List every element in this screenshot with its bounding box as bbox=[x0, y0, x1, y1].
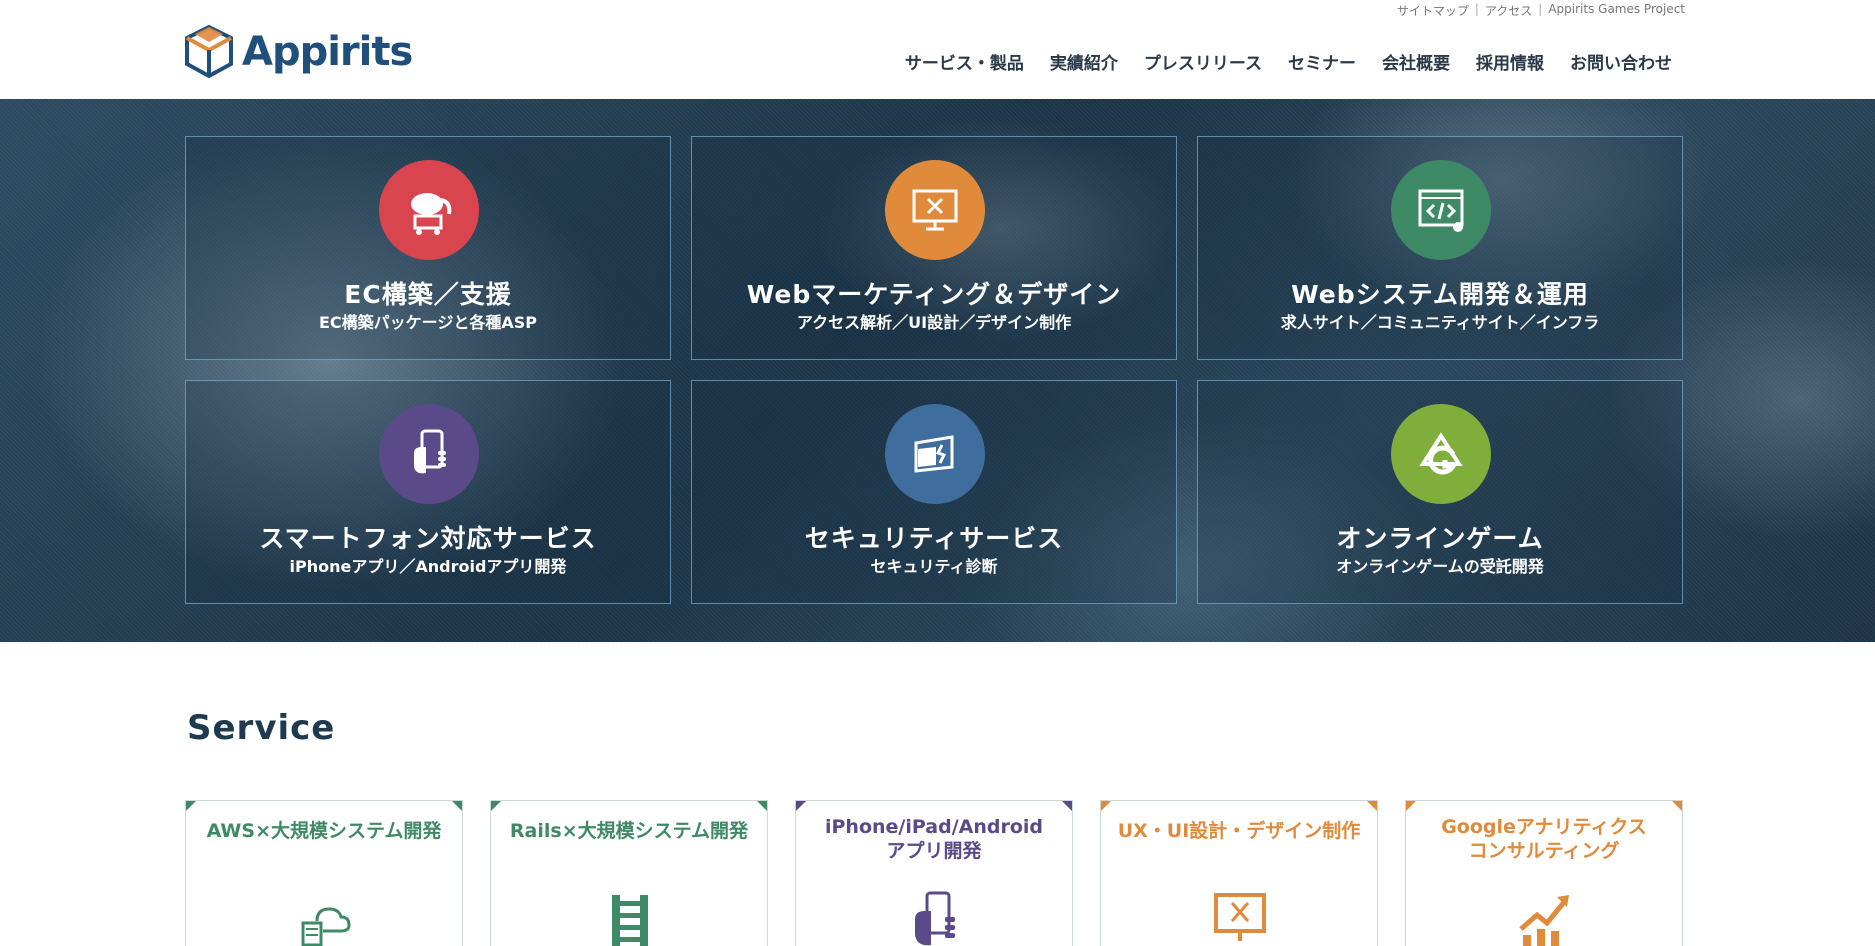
tile-ec[interactable]: EC構築／支援 EC構築パッケージと各種ASP bbox=[185, 136, 671, 360]
service-card-rails[interactable]: Rails×大規模システム開発 bbox=[490, 800, 768, 946]
util-link-games-project[interactable]: Appirits Games Project bbox=[1548, 2, 1685, 19]
tile-web-system[interactable]: Webシステム開発＆運用 求人サイト／コミュニティサイト／インフラ bbox=[1197, 136, 1683, 360]
game-logo-icon bbox=[1391, 404, 1491, 504]
nav-works[interactable]: 実績紹介 bbox=[1050, 49, 1118, 74]
tile-smartphone[interactable]: スマートフォン対応サービス iPhoneアプリ／Androidアプリ開発 bbox=[185, 380, 671, 604]
card-corner bbox=[756, 801, 767, 812]
card-corner bbox=[1366, 801, 1377, 812]
util-link-access[interactable]: アクセス bbox=[1485, 2, 1532, 19]
security-wall-icon bbox=[885, 404, 985, 504]
service-card-aws[interactable]: AWS×大規模システム開発 bbox=[185, 800, 463, 946]
card-corner bbox=[491, 801, 502, 812]
global-nav: サービス・製品 実績紹介 プレスリリース セミナー 会社概要 採用情報 お問い合… bbox=[905, 49, 1672, 74]
tile-subtitle: iPhoneアプリ／Androidアプリ開発 bbox=[289, 557, 567, 576]
tile-online-game[interactable]: オンラインゲーム オンラインゲームの受託開発 bbox=[1197, 380, 1683, 604]
tile-web-marketing[interactable]: Webマーケティング＆デザイン アクセス解析／UI設計／デザイン制作 bbox=[691, 136, 1177, 360]
card-title-line: iPhone/iPad/Android bbox=[824, 816, 1044, 838]
rails-icon bbox=[612, 895, 648, 946]
utility-links: サイトマップ | アクセス | Appirits Games Project bbox=[1397, 2, 1685, 19]
card-corner bbox=[1406, 801, 1417, 812]
card-title: iPhone/iPad/Android アプリ開発 bbox=[802, 815, 1066, 863]
separator: | bbox=[1538, 2, 1543, 16]
nav-seminar[interactable]: セミナー bbox=[1288, 49, 1356, 74]
card-corner bbox=[186, 801, 197, 812]
tile-subtitle: オンラインゲームの受託開発 bbox=[1336, 557, 1544, 576]
growth-chart-icon bbox=[1519, 895, 1569, 946]
card-corner bbox=[1101, 801, 1112, 812]
cloud-server-icon bbox=[301, 907, 351, 946]
card-corner bbox=[796, 801, 807, 812]
card-corner bbox=[1061, 801, 1072, 812]
hero-section: EC構築／支援 EC構築パッケージと各種ASP Webマーケティング＆デザイン … bbox=[0, 99, 1875, 642]
service-heading: Service bbox=[187, 708, 336, 748]
logo-text: Appirits bbox=[242, 29, 413, 75]
smartphone-hand-icon bbox=[915, 891, 955, 946]
nav-press[interactable]: プレスリリース bbox=[1144, 49, 1262, 74]
tile-title: スマートフォン対応サービス bbox=[259, 524, 597, 553]
tile-title: EC構築／支援 bbox=[344, 280, 512, 309]
card-corner bbox=[1671, 801, 1682, 812]
monitor-design-icon bbox=[1214, 893, 1266, 941]
tile-title: オンラインゲーム bbox=[1336, 524, 1544, 553]
tile-title: Webシステム開発＆運用 bbox=[1291, 280, 1589, 309]
nav-services[interactable]: サービス・製品 bbox=[905, 49, 1024, 74]
card-title: UX・UI設計・デザイン制作 bbox=[1117, 820, 1361, 842]
site-header: サイトマップ | アクセス | Appirits Games Project A… bbox=[0, 0, 1875, 99]
nav-recruit[interactable]: 採用情報 bbox=[1476, 49, 1544, 74]
code-window-icon bbox=[1391, 160, 1491, 260]
card-title: AWS×大規模システム開発 bbox=[206, 820, 442, 842]
tile-title: セキュリティサービス bbox=[804, 524, 1064, 553]
card-title-line: Googleアナリティクス bbox=[1441, 816, 1647, 838]
tile-title: Webマーケティング＆デザイン bbox=[746, 280, 1122, 309]
nav-company[interactable]: 会社概要 bbox=[1382, 49, 1450, 74]
tile-subtitle: アクセス解析／UI設計／デザイン制作 bbox=[796, 313, 1072, 332]
service-card-analytics[interactable]: Googleアナリティクス コンサルティング bbox=[1405, 800, 1683, 946]
nav-contact[interactable]: お問い合わせ bbox=[1570, 49, 1672, 74]
card-title-line: コンサルティング bbox=[1468, 840, 1620, 862]
card-corner bbox=[451, 801, 462, 812]
separator: | bbox=[1474, 2, 1479, 16]
elephant-cart-icon bbox=[379, 160, 479, 260]
tile-subtitle: 求人サイト／コミュニティサイト／インフラ bbox=[1280, 313, 1600, 332]
tile-security[interactable]: セキュリティサービス セキュリティ診断 bbox=[691, 380, 1177, 604]
tile-subtitle: セキュリティ診断 bbox=[870, 557, 998, 576]
card-title: Googleアナリティクス コンサルティング bbox=[1412, 815, 1676, 863]
cube-logo-icon bbox=[185, 24, 233, 79]
card-title: Rails×大規模システム開発 bbox=[509, 820, 749, 842]
util-link-sitemap[interactable]: サイトマップ bbox=[1397, 2, 1469, 19]
tile-subtitle: EC構築パッケージと各種ASP bbox=[319, 313, 537, 332]
site-logo[interactable]: Appirits bbox=[184, 24, 413, 80]
monitor-design-icon bbox=[885, 160, 985, 260]
smartphone-hand-icon bbox=[379, 404, 479, 504]
card-title-line: アプリ開発 bbox=[886, 840, 982, 862]
service-card-app[interactable]: iPhone/iPad/Android アプリ開発 bbox=[795, 800, 1073, 946]
service-card-uxui[interactable]: UX・UI設計・デザイン制作 bbox=[1100, 800, 1378, 946]
